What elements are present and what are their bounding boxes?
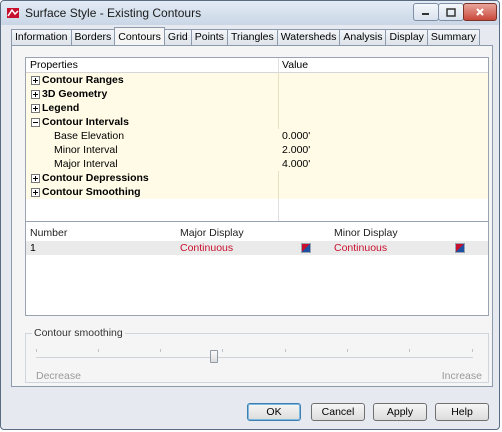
value-column-header: Value xyxy=(282,59,309,71)
number-column-header: Number xyxy=(30,227,68,239)
tab-display[interactable]: Display xyxy=(385,29,428,45)
property-label: Base Elevation xyxy=(54,130,125,142)
smoothing-slider-thumb[interactable] xyxy=(210,350,218,363)
surface-style-dialog: Surface Style - Existing Contours Inform… xyxy=(0,0,500,430)
smoothing-slider-track[interactable] xyxy=(36,357,473,358)
property-row-contour-intervals[interactable]: Contour Intervals xyxy=(26,115,488,129)
color-icon[interactable] xyxy=(301,243,311,253)
slider-tick xyxy=(36,349,37,352)
slider-tick xyxy=(409,349,410,352)
slider-tick xyxy=(160,349,161,352)
base-elevation-value[interactable]: 0.000' xyxy=(282,130,310,142)
list-item[interactable]: 1 Continuous Continuous xyxy=(26,241,488,255)
property-row-contour-depressions[interactable]: Contour Depressions xyxy=(26,171,488,185)
property-grid-header: Properties Value xyxy=(26,58,488,73)
tab-points[interactable]: Points xyxy=(190,29,228,45)
contour-display-list: Number Major Display Minor Display 1 Con… xyxy=(25,221,489,316)
property-label: Contour Intervals xyxy=(42,116,129,128)
expand-icon[interactable] xyxy=(31,90,40,99)
close-icon xyxy=(476,8,484,16)
tab-analysis[interactable]: Analysis xyxy=(339,29,387,45)
expand-icon[interactable] xyxy=(31,188,40,197)
property-value[interactable] xyxy=(278,115,489,129)
tab-triangles[interactable]: Triangles xyxy=(226,29,278,45)
slider-tick xyxy=(472,349,473,352)
apply-button[interactable]: Apply xyxy=(373,403,427,421)
major-display-linetype[interactable]: Continuous xyxy=(180,242,233,254)
property-label: Legend xyxy=(42,102,80,114)
maximize-icon xyxy=(446,7,456,17)
collapse-icon[interactable] xyxy=(31,118,40,127)
property-row-minor-interval[interactable]: Minor Interval 2.000' xyxy=(26,143,488,157)
property-value[interactable] xyxy=(278,185,489,199)
property-row-contour-smoothing[interactable]: Contour Smoothing xyxy=(26,185,488,199)
minimize-icon xyxy=(422,13,429,15)
property-label: Contour Smoothing xyxy=(42,186,141,198)
property-row-base-elevation[interactable]: Base Elevation 0.000' xyxy=(26,129,488,143)
increase-label: Increase xyxy=(441,370,482,382)
row-number: 1 xyxy=(30,242,36,254)
property-value[interactable] xyxy=(278,101,489,115)
slider-tick xyxy=(222,349,223,352)
cancel-button[interactable]: Cancel xyxy=(311,403,365,421)
minor-interval-value[interactable]: 2.000' xyxy=(282,144,310,156)
app-icon xyxy=(7,8,19,18)
tab-grid[interactable]: Grid xyxy=(163,29,192,45)
property-row-3d-geometry[interactable]: 3D Geometry xyxy=(26,87,488,101)
tab-watersheds[interactable]: Watersheds xyxy=(276,29,341,45)
slider-tick xyxy=(347,349,348,352)
property-label: Minor Interval xyxy=(54,144,118,156)
property-label: Contour Depressions xyxy=(42,172,149,184)
expand-icon[interactable] xyxy=(31,104,40,113)
slider-tick xyxy=(98,349,99,352)
tab-information[interactable]: Information xyxy=(11,29,72,45)
property-value[interactable] xyxy=(278,171,489,185)
expand-icon[interactable] xyxy=(31,76,40,85)
contours-tab-panel: Properties Value Contour Ranges 3D Geome… xyxy=(11,45,493,387)
minor-display-linetype[interactable]: Continuous xyxy=(334,242,387,254)
maximize-button[interactable] xyxy=(438,3,464,21)
contour-smoothing-label: Contour smoothing xyxy=(32,327,125,339)
color-icon[interactable] xyxy=(455,243,465,253)
tab-borders[interactable]: Borders xyxy=(70,29,116,45)
contour-smoothing-group: Contour smoothing Decrease Increase xyxy=(25,327,489,383)
close-button[interactable] xyxy=(463,3,497,21)
slider-tick xyxy=(285,349,286,352)
tab-summary[interactable]: Summary xyxy=(426,29,480,45)
help-button[interactable]: Help xyxy=(435,403,489,421)
window-title: Surface Style - Existing Contours xyxy=(25,6,202,20)
property-row-major-interval[interactable]: Major Interval 4.000' xyxy=(26,157,488,171)
tab-strip: Information Borders Contours Grid Points… xyxy=(11,27,480,45)
property-value[interactable] xyxy=(278,87,489,101)
tab-contours[interactable]: Contours xyxy=(114,27,165,45)
major-interval-value[interactable]: 4.000' xyxy=(282,158,310,170)
major-display-column-header: Major Display xyxy=(180,227,244,239)
minimize-button[interactable] xyxy=(413,3,439,21)
property-label: Contour Ranges xyxy=(42,74,124,86)
decrease-label: Decrease xyxy=(36,370,81,382)
property-label: Major Interval xyxy=(54,158,118,170)
property-row-legend[interactable]: Legend xyxy=(26,101,488,115)
property-label: 3D Geometry xyxy=(42,88,108,100)
property-value[interactable] xyxy=(278,73,489,87)
property-row-contour-ranges[interactable]: Contour Ranges xyxy=(26,73,488,87)
title-bar: Surface Style - Existing Contours xyxy=(1,1,499,25)
ok-button[interactable]: OK xyxy=(247,403,301,421)
minor-display-column-header: Minor Display xyxy=(334,227,398,239)
properties-column-header: Properties xyxy=(30,59,78,71)
expand-icon[interactable] xyxy=(31,174,40,183)
